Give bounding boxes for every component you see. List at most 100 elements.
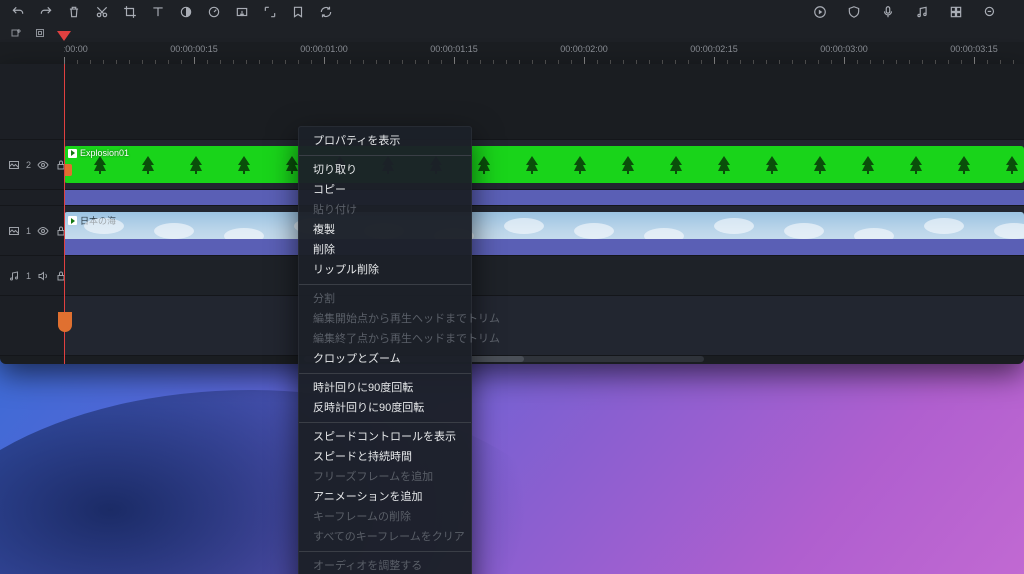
context-menu: プロパティを表示切り取りコピー貼り付け複製削除リップル削除分割編集開始点から再生… (298, 126, 472, 574)
thumbnail-tree-icon (526, 156, 538, 174)
menu-item[interactable]: 時計回りに90度回転 (299, 378, 471, 398)
menu-item: 編集終了点から再生ヘッドまでトリム (299, 329, 471, 349)
clip-explosion[interactable]: Explosion01 (64, 146, 1024, 183)
track-index: 1 (26, 271, 31, 281)
filler-track (0, 296, 1024, 356)
main-toolbar (0, 0, 1024, 24)
gap-track (0, 190, 1024, 206)
menu-separator (299, 284, 471, 285)
thumbnail-tree-icon (94, 156, 106, 174)
thumbnail-cloud (924, 218, 964, 234)
thumbnail-tree-icon (910, 156, 922, 174)
thumbnail-tree-icon (238, 156, 250, 174)
menu-item[interactable]: コピー (299, 180, 471, 200)
speed-icon[interactable] (205, 3, 223, 21)
clip-audio-link (64, 239, 1024, 255)
audio-icon[interactable] (913, 3, 931, 21)
audio-track-1[interactable]: 1 (0, 256, 1024, 296)
mic-icon[interactable] (879, 3, 897, 21)
track-index: 2 (26, 160, 31, 170)
thumbnail-cloud (84, 218, 124, 234)
ruler-label: 00:00:02:15 (690, 44, 738, 54)
export-frame-icon[interactable] (233, 3, 251, 21)
eye-icon[interactable] (37, 159, 49, 171)
shield-icon[interactable] (845, 3, 863, 21)
play-icon (68, 149, 77, 158)
play-icon (68, 216, 77, 225)
desktop-wallpaper (0, 350, 1024, 574)
text-icon[interactable] (149, 3, 167, 21)
menu-item: すべてのキーフレームをクリア (299, 527, 471, 547)
thumbnail-tree-icon (670, 156, 682, 174)
note-icon (8, 270, 20, 282)
timeline-ruler[interactable]: 00:00:00:0000:00:00:1500:00:01:0000:00:0… (0, 42, 1024, 64)
thumbnail-tree-icon (142, 156, 154, 174)
video-track-2[interactable]: 2 Explosion01 (0, 140, 1024, 190)
menu-item: キーフレームの削除 (299, 507, 471, 527)
delete-icon[interactable] (65, 3, 83, 21)
track-header-audio-1[interactable]: 1 (0, 256, 64, 295)
thumbnail-cloud (154, 223, 194, 239)
thumbnail-tree-icon (286, 156, 298, 174)
menu-item: フリーズフレームを追加 (299, 467, 471, 487)
fit-icon[interactable] (261, 3, 279, 21)
thumbnail-tree-icon (958, 156, 970, 174)
track-header-video-1[interactable]: 1 (0, 206, 64, 255)
menu-separator (299, 551, 471, 552)
play-settings-icon[interactable] (811, 3, 829, 21)
eye-icon[interactable] (37, 225, 49, 237)
menu-item[interactable]: 反時計回りに90度回転 (299, 398, 471, 418)
video-editor-app: 00:00:00:0000:00:00:1500:00:01:0000:00:0… (0, 0, 1024, 574)
sync-icon[interactable] (317, 3, 335, 21)
volume-icon[interactable] (37, 270, 49, 282)
thumbnail-tree-icon (718, 156, 730, 174)
menu-item[interactable]: 切り取り (299, 160, 471, 180)
adjust-icon[interactable] (177, 3, 195, 21)
thumbnail-tree-icon (1006, 156, 1018, 174)
menu-item[interactable]: スピードコントロールを表示 (299, 427, 471, 447)
zoom-out-icon[interactable] (981, 3, 999, 21)
thumbnail-cloud (784, 223, 824, 239)
menu-separator (299, 422, 471, 423)
track-header-video-2[interactable]: 2 (0, 140, 64, 189)
ruler-label: 00:00:01:00 (300, 44, 348, 54)
ruler-label: 00:00:00:15 (170, 44, 218, 54)
crop-icon[interactable] (121, 3, 139, 21)
ruler-label: 00:00:01:15 (430, 44, 478, 54)
thumbnail-tree-icon (190, 156, 202, 174)
menu-item[interactable]: 削除 (299, 240, 471, 260)
snap-icon[interactable] (32, 25, 48, 41)
menu-item: 貼り付け (299, 200, 471, 220)
menu-item[interactable]: アニメーションを追加 (299, 487, 471, 507)
clip-chapter-marker (64, 164, 72, 176)
trim-handle[interactable] (58, 312, 72, 332)
add-track-icon[interactable] (8, 25, 24, 41)
menu-separator (299, 373, 471, 374)
thumbnail-tree-icon (622, 156, 634, 174)
menu-item: 編集開始点から再生ヘッドまでトリム (299, 309, 471, 329)
redo-icon[interactable] (37, 3, 55, 21)
thumbnail-tree-icon (766, 156, 778, 174)
undo-icon[interactable] (9, 3, 27, 21)
menu-item[interactable]: 複製 (299, 220, 471, 240)
markers-icon[interactable] (289, 3, 307, 21)
playhead-marker[interactable] (57, 28, 71, 38)
image-icon (8, 159, 20, 171)
menu-item: オーディオを調整する (299, 556, 471, 574)
menu-item[interactable]: クロップとズーム (299, 349, 471, 369)
image-icon (8, 225, 20, 237)
thumbnail-tree-icon (478, 156, 490, 174)
thumbnail-cloud (994, 223, 1024, 239)
ruler-label: 00:00:03:00 (820, 44, 868, 54)
menu-item: 分割 (299, 289, 471, 309)
menu-item[interactable]: スピードと持続時間 (299, 447, 471, 467)
thumbnail-tree-icon (862, 156, 874, 174)
secondary-toolbar (0, 24, 1024, 42)
grid-icon[interactable] (947, 3, 965, 21)
thumbnail-tree-icon (814, 156, 826, 174)
cut-icon[interactable] (93, 3, 111, 21)
menu-item[interactable]: リップル削除 (299, 260, 471, 280)
menu-item[interactable]: プロパティを表示 (299, 131, 471, 151)
video-track-1[interactable]: 1 日本の海 (0, 206, 1024, 256)
timeline-tracks: 2 Explosion01 1 (0, 64, 1024, 364)
